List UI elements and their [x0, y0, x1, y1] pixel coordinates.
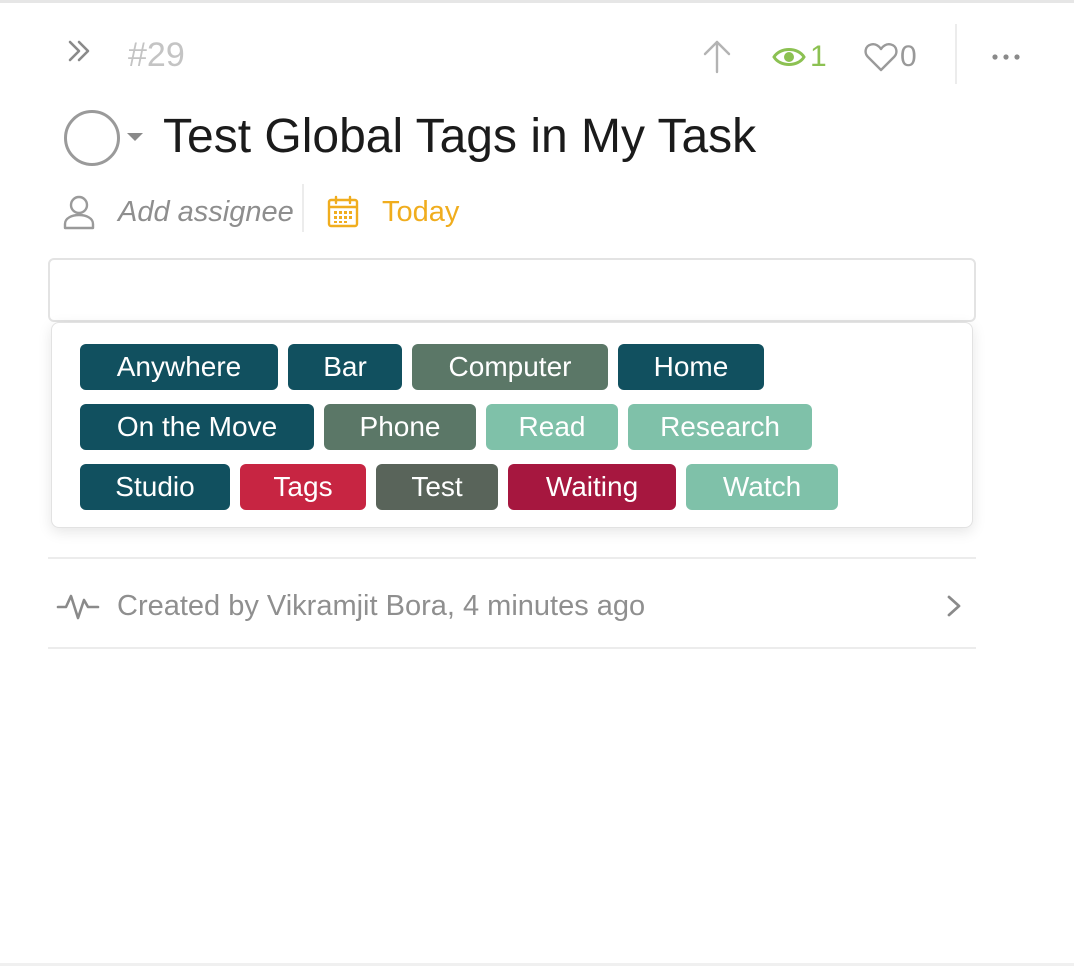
- double-chevron-right-icon[interactable]: [64, 36, 96, 68]
- tag-option-bar[interactable]: Bar: [288, 344, 402, 390]
- top-border: [0, 0, 1074, 3]
- ellipsis-icon[interactable]: [990, 42, 1022, 72]
- task-header: #29 1 0: [0, 24, 1074, 84]
- watchers-button[interactable]: 1: [772, 38, 827, 76]
- calendar-icon: [327, 195, 359, 228]
- tag-option-home[interactable]: Home: [618, 344, 764, 390]
- tag-option-anywhere[interactable]: Anywhere: [80, 344, 278, 390]
- tag-option-tags[interactable]: Tags: [240, 464, 366, 510]
- user-icon: [63, 195, 95, 230]
- activity-top-divider: [48, 557, 976, 559]
- tag-option-read[interactable]: Read: [486, 404, 618, 450]
- due-date-button[interactable]: Today: [326, 190, 459, 234]
- like-button[interactable]: 0: [864, 38, 917, 76]
- add-assignee-button[interactable]: Add assignee: [62, 190, 294, 234]
- tag-suggestions-dropdown: Anywhere Bar Computer Home On the Move P…: [51, 322, 973, 528]
- tag-option-computer[interactable]: Computer: [412, 344, 608, 390]
- tag-option-test[interactable]: Test: [376, 464, 498, 510]
- arrow-up-icon[interactable]: [700, 38, 734, 76]
- due-date-label: Today: [382, 195, 460, 228]
- likes-count: 0: [900, 40, 917, 73]
- tag-option-on-the-move[interactable]: On the Move: [80, 404, 314, 450]
- chevron-right-icon[interactable]: [944, 592, 964, 620]
- status-dropdown-caret-icon[interactable]: [127, 133, 143, 141]
- tag-option-studio[interactable]: Studio: [80, 464, 230, 510]
- tag-option-waiting[interactable]: Waiting: [508, 464, 676, 510]
- header-divider: [955, 24, 957, 84]
- tag-option-research[interactable]: Research: [628, 404, 812, 450]
- eye-icon: [772, 48, 806, 66]
- tag-option-phone[interactable]: Phone: [324, 404, 476, 450]
- task-title[interactable]: Test Global Tags in My Task: [163, 108, 756, 166]
- heart-icon: [864, 43, 898, 72]
- activity-log-row[interactable]: Created by Vikramjit Bora, 4 minutes ago: [56, 584, 976, 628]
- task-number: #29: [128, 36, 185, 74]
- meta-divider: [302, 184, 304, 232]
- tag-option-watch[interactable]: Watch: [686, 464, 838, 510]
- task-status-toggle[interactable]: [64, 110, 120, 166]
- pulse-icon: [56, 594, 100, 620]
- assignee-placeholder: Add assignee: [118, 195, 294, 228]
- activity-bottom-divider: [48, 647, 976, 649]
- tag-search-input[interactable]: [48, 258, 976, 322]
- watchers-count: 1: [810, 40, 827, 73]
- activity-text: Created by Vikramjit Bora, 4 minutes ago: [117, 590, 646, 622]
